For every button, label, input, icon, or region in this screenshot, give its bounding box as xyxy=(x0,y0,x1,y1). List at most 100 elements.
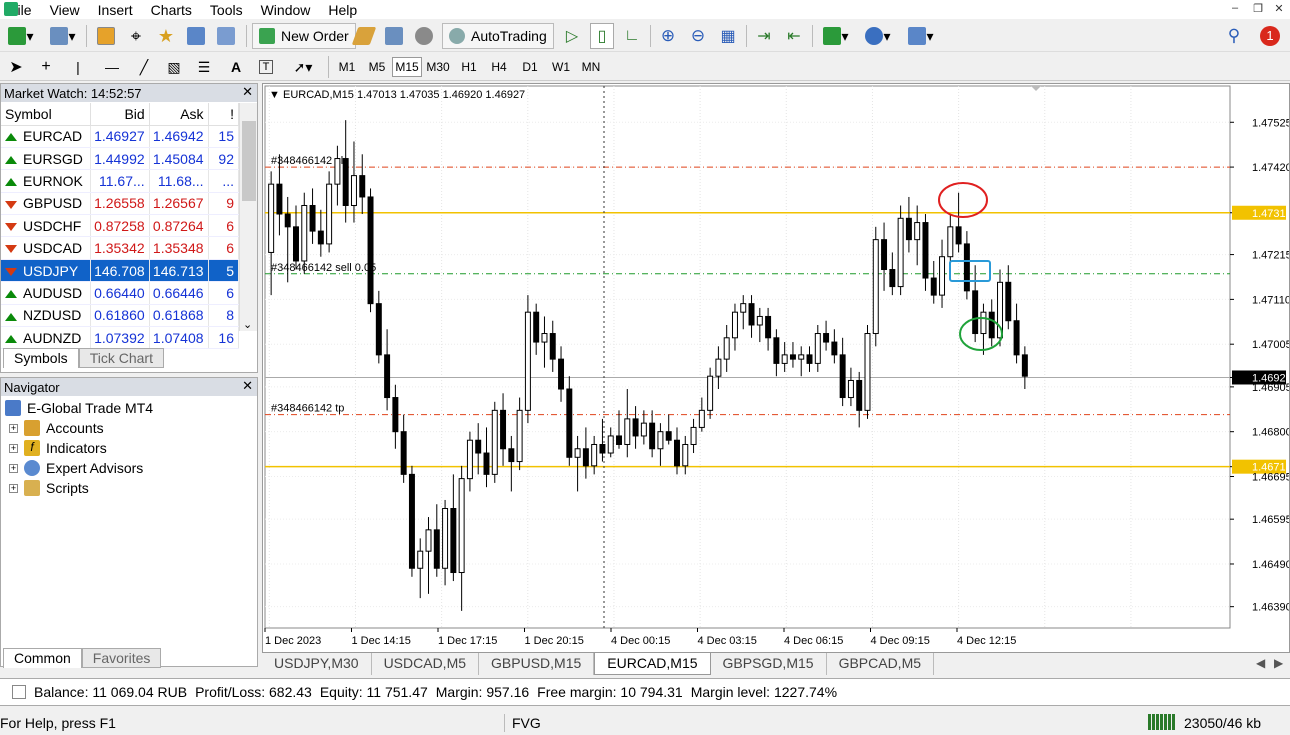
symbol-cell[interactable]: USDCHF xyxy=(1,214,91,238)
tester-icon[interactable] xyxy=(214,23,238,49)
symbol-cell[interactable]: AUDUSD xyxy=(1,281,91,305)
autoscroll-icon[interactable]: ⇥ xyxy=(752,23,776,49)
market-watch-scrollbar[interactable]: ⌄ xyxy=(239,103,257,331)
notifications-icon[interactable]: 1 xyxy=(1256,23,1284,49)
chart-tab[interactable]: GBPCAD,M5 xyxy=(827,653,935,675)
chevron-right-icon[interactable]: ▶ xyxy=(1274,656,1283,670)
chevron-down-icon[interactable]: ⌄ xyxy=(243,318,252,331)
tf-m5[interactable]: M5 xyxy=(362,57,392,77)
price-chart[interactable]: #348466142 sl #348466142 sell 0.05 #348466… xyxy=(263,84,1289,652)
tf-mn[interactable]: MN xyxy=(576,57,606,77)
channel-icon[interactable]: ▧ xyxy=(162,54,186,80)
periods-clock-icon[interactable]: ▾ xyxy=(860,23,896,49)
table-row[interactable]: USDJPY 146.708 146.713 5 xyxy=(1,259,240,283)
close-icon[interactable]: ✕ xyxy=(1270,2,1288,15)
chart-tab[interactable]: GBPSGD,M15 xyxy=(711,653,827,675)
expand-icon[interactable]: + xyxy=(9,483,18,493)
tree-item-indicators[interactable]: + f Indicators xyxy=(5,438,153,458)
terminal-toggle-icon[interactable] xyxy=(12,685,26,699)
expand-icon[interactable]: + xyxy=(9,463,18,473)
symbol-cell[interactable]: USDJPY xyxy=(1,259,91,283)
templates-icon[interactable]: ▾ xyxy=(902,23,940,49)
tf-m15[interactable]: M15 xyxy=(392,57,422,77)
symbol-cell[interactable]: EURNOK xyxy=(1,169,91,193)
trendline-icon[interactable]: ╱ xyxy=(132,54,156,80)
scripts-icon[interactable] xyxy=(382,23,406,49)
tile-windows-icon[interactable]: ▦ xyxy=(716,23,740,49)
zoom-in-icon[interactable]: ⊕ xyxy=(656,23,680,49)
zoom-out-icon[interactable]: ⊖ xyxy=(686,23,710,49)
tf-m1[interactable]: M1 xyxy=(332,57,362,77)
menu-insert[interactable]: Insert xyxy=(89,2,142,18)
horizontal-line-icon[interactable]: — xyxy=(100,54,124,80)
table-row[interactable]: AUDNZD 1.07392 1.07408 16 xyxy=(1,326,240,350)
chart-tab[interactable]: EURCAD,M15 xyxy=(594,653,711,675)
search-icon[interactable]: ⚲ xyxy=(1222,23,1246,49)
symbol-cell[interactable]: NZDUSD xyxy=(1,304,91,328)
tree-item-accounts[interactable]: + Accounts xyxy=(5,418,153,438)
table-row[interactable]: EURNOK 11.67... 11.68...... xyxy=(1,169,240,193)
tree-root[interactable]: E-Global Trade MT4 xyxy=(5,398,153,418)
cursor-icon[interactable]: ➤ xyxy=(4,54,28,80)
favorites-star-icon[interactable]: ★ xyxy=(154,23,178,49)
menu-window[interactable]: Window xyxy=(252,2,320,18)
indicators-list-icon[interactable]: ▾ xyxy=(818,23,854,49)
text-icon[interactable]: A xyxy=(224,54,248,80)
navigator-icon[interactable] xyxy=(184,23,208,49)
new-chart-icon[interactable]: ▾ xyxy=(4,23,38,49)
close-icon[interactable]: ✕ xyxy=(242,378,253,394)
menu-help[interactable]: Help xyxy=(319,2,366,18)
scroll-thumb[interactable] xyxy=(242,121,256,201)
arrows-icon[interactable]: ➚▾ xyxy=(286,54,320,80)
table-row[interactable]: AUDUSD 0.66440 0.66446 6 xyxy=(1,281,240,305)
symbol-cell[interactable]: USDCAD xyxy=(1,236,91,260)
metaeditor-icon[interactable] xyxy=(351,23,377,49)
tab-favorites[interactable]: Favorites xyxy=(81,648,162,668)
table-row[interactable]: NZDUSD 0.61860 0.61868 8 xyxy=(1,304,240,328)
signals-icon[interactable] xyxy=(412,23,436,49)
crosshair-icon[interactable]: + xyxy=(34,54,58,80)
chart-window[interactable]: #348466142 sl #348466142 sell 0.05 #348466… xyxy=(262,83,1290,653)
tf-m30[interactable]: M30 xyxy=(423,57,453,77)
bar-chart-icon[interactable]: ▷ xyxy=(560,23,584,49)
chart-tab[interactable]: USDCAD,M5 xyxy=(372,653,480,675)
symbol-cell[interactable]: GBPUSD xyxy=(1,192,91,216)
tf-h1[interactable]: H1 xyxy=(454,57,484,77)
tab-common[interactable]: Common xyxy=(3,648,82,668)
col-ask[interactable]: Ask xyxy=(149,103,209,126)
table-row[interactable]: GBPUSD 1.26558 1.26567 9 xyxy=(1,192,240,216)
vertical-line-icon[interactable]: | xyxy=(68,54,88,80)
table-row[interactable]: USDCAD 1.35342 1.35348 6 xyxy=(1,236,240,260)
tab-tick-chart[interactable]: Tick Chart xyxy=(78,348,164,368)
line-chart-icon[interactable]: ∟ xyxy=(620,23,644,49)
fibonacci-icon[interactable]: ☰ xyxy=(192,54,216,80)
tf-h4[interactable]: H4 xyxy=(484,57,514,77)
symbol-cell[interactable]: EURSGD xyxy=(1,147,91,171)
col-spread[interactable]: ! xyxy=(208,103,240,126)
tab-symbols[interactable]: Symbols xyxy=(3,348,79,368)
chart-shift-icon[interactable]: ⇤ xyxy=(782,23,806,49)
table-row[interactable]: USDCHF 0.87258 0.87264 6 xyxy=(1,214,240,238)
tf-d1[interactable]: D1 xyxy=(515,57,545,77)
chevron-left-icon[interactable]: ◀ xyxy=(1256,656,1265,670)
text-label-icon[interactable]: T xyxy=(254,54,278,80)
menu-view[interactable]: View xyxy=(41,2,89,18)
table-row[interactable]: EURSGD 1.44992 1.45084 92 xyxy=(1,147,240,171)
expand-icon[interactable]: + xyxy=(9,423,18,433)
menu-tools[interactable]: Tools xyxy=(201,2,252,18)
chart-tab[interactable]: USDJPY,M30 xyxy=(262,653,372,675)
minimize-icon[interactable]: – xyxy=(1226,2,1244,14)
autotrading-button[interactable]: AutoTrading xyxy=(442,23,554,49)
crosshair-target-icon[interactable]: ⌖ xyxy=(124,23,148,49)
tree-item-expert-advisors[interactable]: + Expert Advisors xyxy=(5,458,153,478)
close-icon[interactable]: ✕ xyxy=(242,84,253,100)
candlestick-icon[interactable]: ▯ xyxy=(590,23,614,49)
restore-icon[interactable]: ❐ xyxy=(1249,2,1267,15)
symbol-cell[interactable]: EURCAD xyxy=(1,125,91,148)
table-row[interactable]: EURCAD 1.46927 1.46942 15 xyxy=(1,125,240,148)
chart-tab[interactable]: GBPUSD,M15 xyxy=(479,653,595,675)
col-symbol[interactable]: Symbol xyxy=(1,103,91,126)
new-order-button[interactable]: New Order xyxy=(252,23,356,49)
tf-w1[interactable]: W1 xyxy=(546,57,576,77)
profiles-icon[interactable]: ▾ xyxy=(46,23,80,49)
